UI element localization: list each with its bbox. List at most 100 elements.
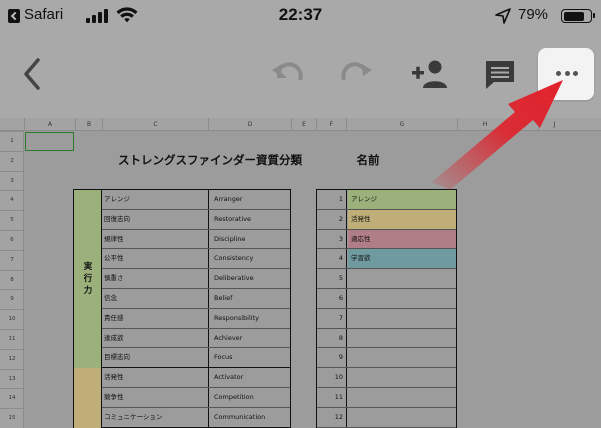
ranking-row[interactable]: 4 学習欲 xyxy=(317,249,456,270)
column-header[interactable]: H xyxy=(457,118,512,131)
strength-name-jp: 責任感 xyxy=(104,313,124,322)
strength-name-jp: アレンジ xyxy=(104,195,130,203)
ranking-row[interactable]: 2 活発性 xyxy=(317,209,456,230)
spreadsheet-grid[interactable]: ABCDEFGHIJ 1 2 3 4 5 6 7 8 9 10 11 12 13 14 15 ストレングスフ… xyxy=(0,118,601,428)
strength-row[interactable]: 規律性 Discipline xyxy=(74,229,290,250)
strength-row[interactable]: 信念 Belief xyxy=(74,288,290,309)
strength-row[interactable]: 競争性 Competition xyxy=(74,387,290,408)
ranking-strength-name: 適応性 xyxy=(348,229,456,249)
strength-name-jp: コミュニケーション xyxy=(104,412,163,421)
strength-name-en: Restorative xyxy=(214,214,251,223)
strength-name-jp: 回復志向 xyxy=(104,214,130,223)
ranking-strength-name xyxy=(348,348,456,367)
ranking-row[interactable]: 11 xyxy=(317,387,456,408)
strength-group-cell[interactable] xyxy=(74,368,102,428)
more-options-button[interactable] xyxy=(538,48,594,100)
strength-name-en: Focus xyxy=(214,353,233,362)
row-header[interactable]: 1 xyxy=(0,131,24,151)
row-header[interactable]: 12 xyxy=(0,348,24,369)
row-header[interactable]: 6 xyxy=(0,230,24,250)
strength-row[interactable]: 責任感 Responsibility xyxy=(74,308,290,329)
column-header[interactable]: E xyxy=(291,118,316,131)
ranking-number: 9 xyxy=(317,348,347,368)
strength-name-en: Arranger xyxy=(214,195,243,203)
strength-row[interactable]: 慎重さ Deliberative xyxy=(74,269,290,289)
strength-name-en: Competition xyxy=(214,392,254,401)
ranking-row[interactable]: 9 xyxy=(317,348,456,369)
strength-group-cell[interactable]: 実行力 xyxy=(74,190,102,369)
strength-name-en: Achiever xyxy=(214,333,243,342)
row-header[interactable]: 8 xyxy=(0,269,24,290)
strength-row[interactable]: アレンジ Arranger xyxy=(74,190,290,210)
comment-icon[interactable] xyxy=(482,56,518,92)
row-header[interactable]: 7 xyxy=(0,249,24,270)
ranking-number: 6 xyxy=(317,288,347,308)
ranking-row[interactable]: 7 xyxy=(317,308,456,329)
column-header[interactable]: G xyxy=(346,118,457,131)
ranking-number: 11 xyxy=(317,387,347,407)
strength-row[interactable]: 公平性 Consistency xyxy=(74,249,290,270)
strength-name-en: Belief xyxy=(214,293,233,302)
ranking-table: 1 アレンジ 2 活発性 3 適応性 4 学習欲 5 6 7 8 9 10 11 12 xyxy=(316,189,457,428)
ranking-strength-name: アレンジ xyxy=(348,190,456,209)
column-header[interactable]: D xyxy=(208,118,291,131)
strength-row[interactable]: 回復志向 Restorative xyxy=(74,209,290,230)
strength-group-label: 実行力 xyxy=(83,262,93,297)
row-header[interactable]: 13 xyxy=(0,368,24,389)
column-header[interactable]: A xyxy=(24,118,75,131)
ranking-row[interactable]: 12 xyxy=(317,407,456,428)
strength-name-jp: 規律性 xyxy=(104,234,124,243)
column-header[interactable]: B xyxy=(75,118,102,131)
strength-row[interactable]: 目標志向 Focus xyxy=(74,348,290,369)
strengths-classification-title: ストレングスファインダー資質分類 xyxy=(118,153,302,167)
ranking-number: 8 xyxy=(317,328,347,348)
strength-name-en: Communication xyxy=(214,412,266,421)
strength-name-jp: 公平性 xyxy=(104,254,124,263)
name-column-title: 名前 xyxy=(356,153,380,167)
selected-cell-a1[interactable] xyxy=(25,132,74,151)
row-header[interactable]: 11 xyxy=(0,329,24,349)
row-header[interactable]: 4 xyxy=(0,190,24,210)
undo-icon[interactable] xyxy=(268,58,306,90)
ranking-strength-name xyxy=(348,388,456,407)
strength-name-en: Consistency xyxy=(214,254,254,263)
row-header[interactable]: 10 xyxy=(0,309,24,329)
row-header[interactable]: 2 xyxy=(0,150,24,171)
ranking-row[interactable]: 3 適応性 xyxy=(317,229,456,250)
ranking-row[interactable]: 5 xyxy=(317,269,456,289)
ranking-strength-name xyxy=(348,368,456,387)
row-header[interactable]: 14 xyxy=(0,388,24,408)
ranking-row[interactable]: 1 アレンジ xyxy=(317,190,456,210)
ranking-number: 4 xyxy=(317,249,347,269)
add-person-icon[interactable] xyxy=(410,56,448,92)
row-header[interactable]: 5 xyxy=(0,210,24,230)
back-icon[interactable] xyxy=(18,54,48,94)
row-header[interactable]: 15 xyxy=(0,408,24,428)
redo-icon[interactable] xyxy=(338,58,376,90)
battery-percentage: 79% xyxy=(518,6,549,23)
ranking-row[interactable]: 10 xyxy=(317,368,456,388)
toolbar xyxy=(0,32,601,118)
row-header[interactable]: 3 xyxy=(0,170,24,191)
ranking-number: 7 xyxy=(317,308,347,328)
ranking-strength-name xyxy=(348,408,456,427)
column-header[interactable]: F xyxy=(316,118,346,131)
strength-name-jp: 達成欲 xyxy=(104,333,124,342)
strength-row[interactable]: 達成欲 Achiever xyxy=(74,328,290,349)
ranking-strength-name xyxy=(348,329,456,348)
strength-name-jp: 慎重さ xyxy=(104,274,124,283)
column-header[interactable]: J xyxy=(538,118,570,131)
ranking-number: 1 xyxy=(317,190,347,209)
strength-row[interactable]: 活発性 Activator xyxy=(74,368,290,388)
ranking-strength-name xyxy=(348,289,456,308)
ranking-row[interactable]: 8 xyxy=(317,328,456,349)
strength-name-jp: 信念 xyxy=(104,293,117,302)
strength-name-en: Discipline xyxy=(214,234,246,243)
ranking-number: 5 xyxy=(317,269,347,288)
row-header[interactable]: 9 xyxy=(0,289,24,309)
column-header[interactable]: I xyxy=(512,118,538,131)
ranking-strength-name: 活発性 xyxy=(348,209,456,229)
ranking-row[interactable]: 6 xyxy=(317,288,456,309)
strength-row[interactable]: コミュニケーション Communication xyxy=(74,407,290,428)
column-header[interactable]: C xyxy=(102,118,208,131)
